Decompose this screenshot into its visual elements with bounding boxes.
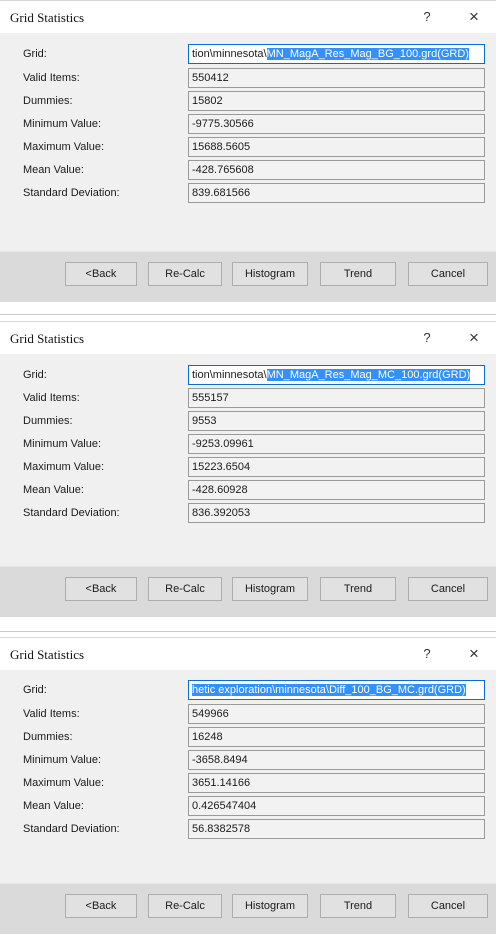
trend-button[interactable]: Trend [320, 577, 396, 601]
dummies-row: Dummies: 15802 [0, 91, 496, 113]
trend-button[interactable]: Trend [320, 262, 396, 286]
mean-value-value: -428.765608 [188, 160, 485, 180]
dummies-label: Dummies: [23, 415, 73, 427]
button-bar: <Back Re-Calc Histogram Trend Cancel [0, 251, 496, 302]
maximum-value-row: Maximum Value: 3651.14166 [0, 773, 496, 795]
title-bar: Grid Statistics ? × [0, 1, 496, 33]
back-button[interactable]: <Back [65, 577, 137, 601]
standard-deviation-row: Standard Deviation: 839.681566 [0, 183, 496, 205]
valid-items-row: Valid Items: 550412 [0, 68, 496, 90]
grid-path-input[interactable]: hetic exploration\minnesota\Diff_100_BG_… [188, 680, 485, 700]
standard-deviation-value: 56.8382578 [188, 819, 485, 839]
dummies-value: 15802 [188, 91, 485, 111]
mean-value-row: Mean Value: 0.426547404 [0, 796, 496, 818]
valid-items-label: Valid Items: [23, 72, 80, 84]
maximum-value-value: 3651.14166 [188, 773, 485, 793]
standard-deviation-value: 836.392053 [188, 503, 485, 523]
cancel-button[interactable]: Cancel [408, 894, 488, 918]
maximum-value-row: Maximum Value: 15223.6504 [0, 457, 496, 479]
button-bar: <Back Re-Calc Histogram Trend Cancel [0, 566, 496, 617]
histogram-button[interactable]: Histogram [232, 262, 308, 286]
grid-label: Grid: [23, 684, 47, 696]
mean-value-row: Mean Value: -428.60928 [0, 480, 496, 502]
histogram-button[interactable]: Histogram [232, 577, 308, 601]
dummies-label: Dummies: [23, 731, 73, 743]
trend-button[interactable]: Trend [320, 894, 396, 918]
divider [0, 314, 496, 315]
dialog-title: Grid Statistics [10, 331, 85, 346]
minimum-value-value: -3658.8494 [188, 750, 485, 770]
dummies-value: 16248 [188, 727, 485, 747]
mean-value-label: Mean Value: [23, 800, 84, 812]
histogram-button[interactable]: Histogram [232, 894, 308, 918]
dummies-row: Dummies: 16248 [0, 727, 496, 749]
cancel-button[interactable]: Cancel [408, 577, 488, 601]
grid-statistics-dialog-1: Grid Statistics ? × Grid: tion\minnesota… [0, 0, 496, 302]
button-bar: <Back Re-Calc Histogram Trend Cancel [0, 883, 496, 934]
grid-label: Grid: [23, 369, 47, 381]
valid-items-value: 550412 [188, 68, 485, 88]
dialog-title: Grid Statistics [10, 647, 85, 662]
grid-label: Grid: [23, 48, 47, 60]
maximum-value-value: 15688.5605 [188, 137, 485, 157]
mean-value-row: Mean Value: -428.765608 [0, 160, 496, 182]
help-button[interactable]: ? [416, 328, 438, 348]
minimum-value-label: Minimum Value: [23, 438, 102, 450]
valid-items-row: Valid Items: 549966 [0, 704, 496, 726]
standard-deviation-label: Standard Deviation: [23, 507, 120, 519]
maximum-value-row: Maximum Value: 15688.5605 [0, 137, 496, 159]
grid-row: Grid: hetic exploration\minnesota\Diff_1… [0, 680, 496, 702]
minimum-value-row: Minimum Value: -3658.8494 [0, 750, 496, 772]
close-button[interactable]: × [462, 643, 486, 665]
maximum-value-label: Maximum Value: [23, 777, 105, 789]
title-bar: Grid Statistics ? × [0, 322, 496, 354]
standard-deviation-row: Standard Deviation: 836.392053 [0, 503, 496, 525]
divider [0, 631, 496, 632]
valid-items-label: Valid Items: [23, 708, 80, 720]
minimum-value-value: -9775.30566 [188, 114, 485, 134]
close-button[interactable]: × [462, 327, 486, 349]
minimum-value-row: Minimum Value: -9253.09961 [0, 434, 496, 456]
back-button[interactable]: <Back [65, 894, 137, 918]
mean-value-value: -428.60928 [188, 480, 485, 500]
mean-value-label: Mean Value: [23, 164, 84, 176]
valid-items-row: Valid Items: 555157 [0, 388, 496, 410]
valid-items-label: Valid Items: [23, 392, 80, 404]
grid-path-input[interactable]: tion\minnesota\MN_MagA_Res_Mag_MC_100.gr… [188, 365, 485, 385]
dummies-value: 9553 [188, 411, 485, 431]
dialog-title: Grid Statistics [10, 10, 85, 25]
minimum-value-value: -9253.09961 [188, 434, 485, 454]
minimum-value-row: Minimum Value: -9775.30566 [0, 114, 496, 136]
standard-deviation-row: Standard Deviation: 56.8382578 [0, 819, 496, 841]
standard-deviation-value: 839.681566 [188, 183, 485, 203]
mean-value-value: 0.426547404 [188, 796, 485, 816]
grid-row: Grid: tion\minnesota\MN_MagA_Res_Mag_MC_… [0, 365, 496, 387]
maximum-value-label: Maximum Value: [23, 141, 105, 153]
recalc-button[interactable]: Re-Calc [148, 577, 222, 601]
dummies-label: Dummies: [23, 95, 73, 107]
grid-statistics-dialog-2: Grid Statistics ? × Grid: tion\minnesota… [0, 321, 496, 617]
dummies-row: Dummies: 9553 [0, 411, 496, 433]
grid-path-input[interactable]: tion\minnesota\MN_MagA_Res_Mag_BG_100.gr… [188, 44, 485, 64]
recalc-button[interactable]: Re-Calc [148, 262, 222, 286]
standard-deviation-label: Standard Deviation: [23, 187, 120, 199]
mean-value-label: Mean Value: [23, 484, 84, 496]
grid-statistics-dialog-3: Grid Statistics ? × Grid: hetic explorat… [0, 637, 496, 934]
maximum-value-value: 15223.6504 [188, 457, 485, 477]
title-bar: Grid Statistics ? × [0, 638, 496, 670]
help-button[interactable]: ? [416, 644, 438, 664]
grid-row: Grid: tion\minnesota\MN_MagA_Res_Mag_BG_… [0, 44, 496, 66]
standard-deviation-label: Standard Deviation: [23, 823, 120, 835]
cancel-button[interactable]: Cancel [408, 262, 488, 286]
minimum-value-label: Minimum Value: [23, 754, 102, 766]
back-button[interactable]: <Back [65, 262, 137, 286]
maximum-value-label: Maximum Value: [23, 461, 105, 473]
valid-items-value: 555157 [188, 388, 485, 408]
minimum-value-label: Minimum Value: [23, 118, 102, 130]
recalc-button[interactable]: Re-Calc [148, 894, 222, 918]
close-button[interactable]: × [462, 6, 486, 28]
help-button[interactable]: ? [416, 7, 438, 27]
valid-items-value: 549966 [188, 704, 485, 724]
